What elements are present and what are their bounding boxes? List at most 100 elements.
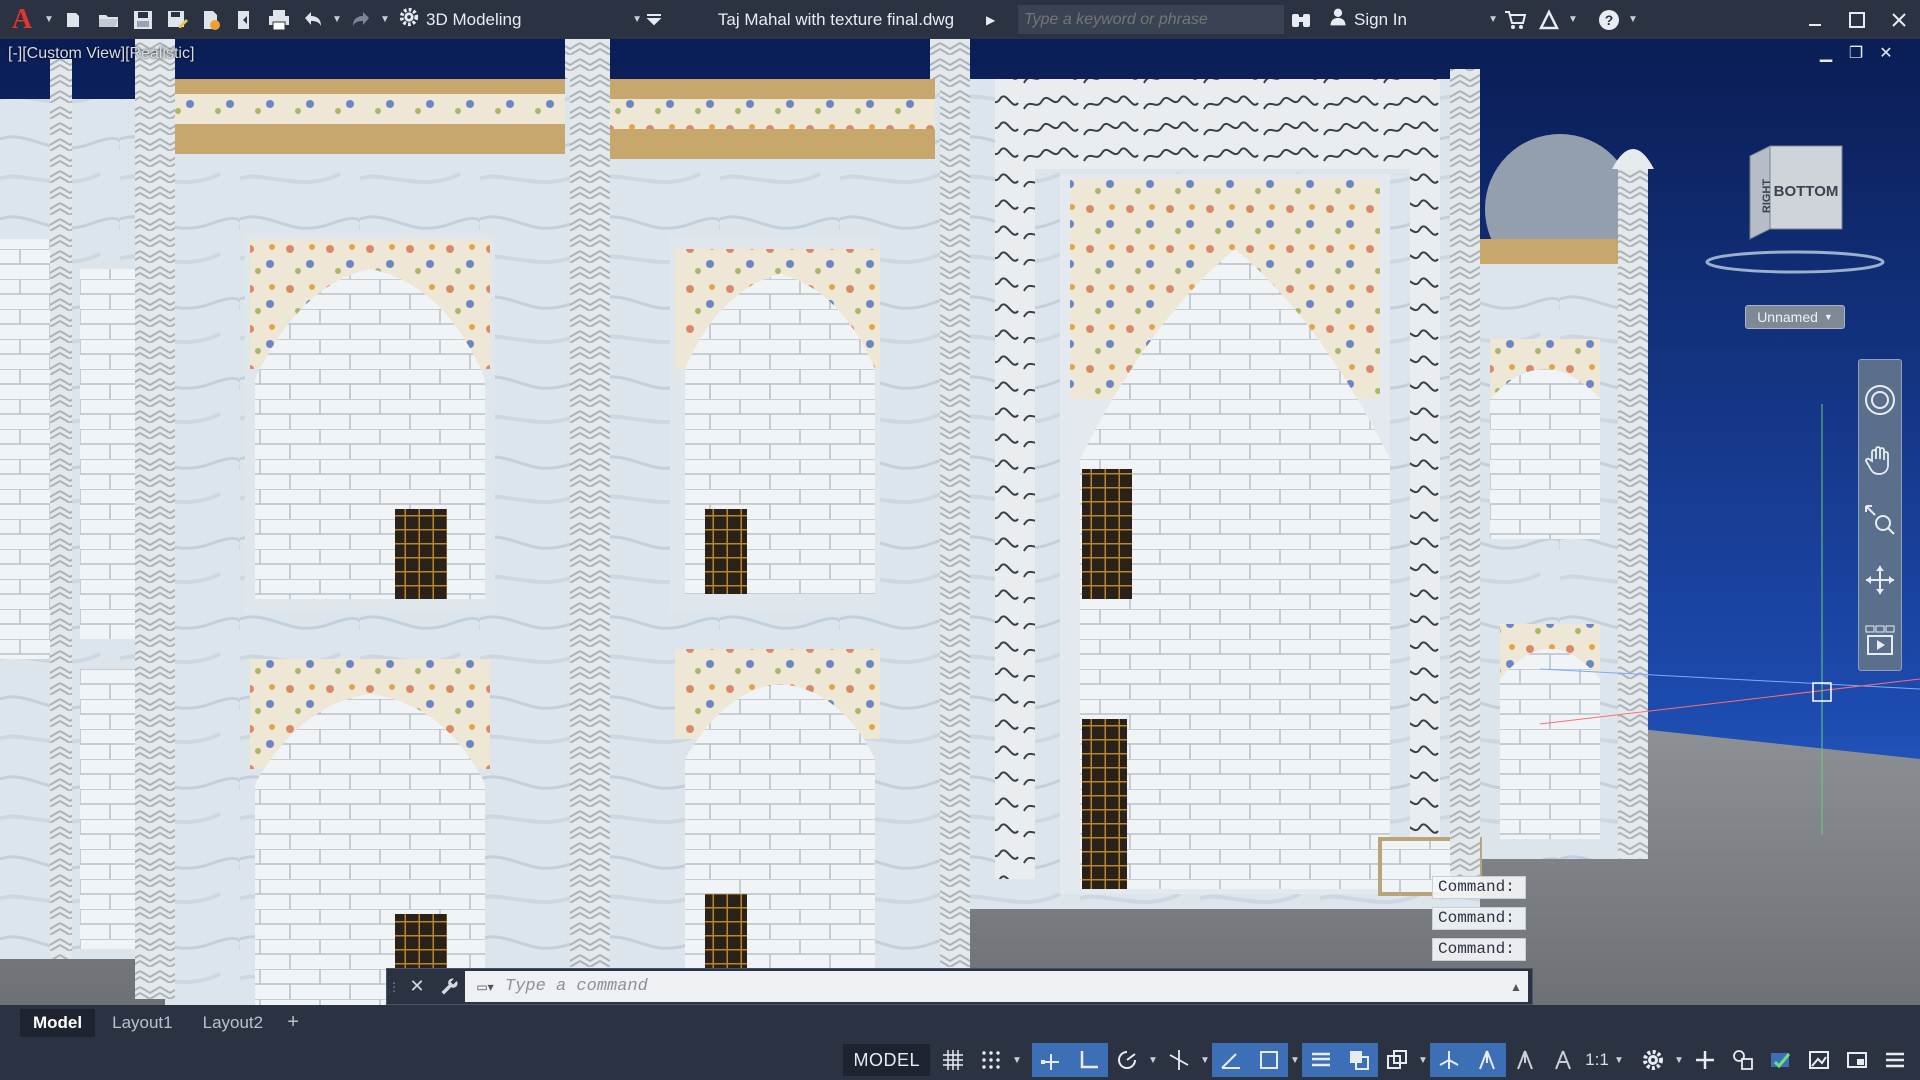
chevron-down-icon[interactable]: ▼ — [1566, 14, 1580, 25]
binoculars-icon[interactable] — [1284, 0, 1318, 39]
undo-icon[interactable] — [296, 0, 330, 39]
customize-qat-icon[interactable] — [642, 0, 666, 39]
command-history: Command: Command: Command: — [1432, 876, 1526, 961]
filter-objects-icon[interactable] — [1506, 1043, 1544, 1077]
drag-handle-icon[interactable]: ⋮ — [387, 969, 401, 1004]
viewport-minimize-button[interactable]: ▁ — [1813, 43, 1839, 63]
close-icon[interactable]: ✕ — [401, 969, 433, 1004]
gear-icon[interactable] — [1634, 1043, 1672, 1077]
help-icon[interactable]: ? — [1592, 0, 1626, 39]
search-input[interactable] — [1018, 5, 1284, 34]
sign-in-label: Sign In — [1354, 9, 1407, 29]
clean-screen-icon[interactable] — [1800, 1043, 1838, 1077]
chevron-down-icon: ▼ — [1488, 14, 1498, 25]
autodesk-account-icon[interactable] — [1532, 0, 1566, 39]
object-snap-tracking-icon[interactable] — [1212, 1043, 1250, 1077]
selection-cycling-icon[interactable] — [1378, 1043, 1416, 1077]
chevron-up-icon[interactable]: ▲ — [1504, 980, 1528, 994]
viewcube[interactable]: BOTTOM RIGHT — [1700, 144, 1890, 274]
chevron-down-icon[interactable]: ▼ — [44, 14, 58, 25]
workspace-switcher[interactable]: 3D Modeling ▼ — [392, 0, 642, 39]
customization-menu-icon[interactable] — [1876, 1043, 1914, 1077]
user-icon — [1328, 7, 1348, 32]
ucs-menu[interactable]: Unnamed ▼ — [1745, 305, 1845, 329]
viewcube-side-label: RIGHT — [1761, 179, 1773, 214]
snap-mode-icon[interactable] — [972, 1043, 1010, 1077]
chevron-down-icon[interactable]: ▼ — [1010, 1055, 1024, 1066]
showmotion-icon[interactable] — [1862, 618, 1898, 662]
workspace-label: 3D Modeling — [426, 9, 522, 29]
object-snap-icon[interactable] — [1250, 1043, 1288, 1077]
sign-in-button[interactable]: Sign In ▼ — [1328, 7, 1498, 32]
3d-osnap-icon[interactable] — [1430, 1043, 1468, 1077]
chevron-down-icon[interactable]: ▼ — [1288, 1055, 1302, 1066]
command-input-container: ▭▾ ▲ — [465, 971, 1528, 1002]
viewport-layout-icon[interactable] — [1838, 1043, 1876, 1077]
chevron-down-icon: ▼ — [1823, 312, 1833, 322]
infer-constraints-icon[interactable] — [1032, 1043, 1070, 1077]
chevron-down-icon[interactable]: ▼ — [1146, 1055, 1160, 1066]
dynamic-ucs-icon[interactable] — [1468, 1043, 1506, 1077]
redo-dropdown-icon[interactable]: ▼ — [378, 14, 392, 25]
wrench-icon[interactable] — [433, 969, 465, 1004]
tab-layout1[interactable]: Layout1 — [99, 1009, 186, 1037]
hardware-acceleration-icon[interactable] — [1762, 1043, 1800, 1077]
command-history-line: Command: — [1432, 876, 1526, 899]
minimize-window-button[interactable] — [1794, 0, 1836, 39]
polar-tracking-icon[interactable] — [1108, 1043, 1146, 1077]
new-icon[interactable] — [58, 0, 92, 39]
gear-icon — [398, 6, 420, 33]
chevron-down-icon[interactable]: ▼ — [1672, 1055, 1686, 1066]
expand-arrow-icon[interactable]: ▶ — [986, 13, 1006, 27]
isolate-objects-icon[interactable] — [1724, 1043, 1762, 1077]
application-menu-button[interactable]: A — [0, 0, 44, 39]
chevron-down-icon[interactable]: ▼ — [1198, 1055, 1212, 1066]
chevron-down-icon[interactable]: ▼ — [1612, 1055, 1626, 1066]
ucs-label: Unnamed — [1757, 309, 1818, 325]
tab-layout2[interactable]: Layout2 — [190, 1009, 277, 1037]
lineweight-icon[interactable] — [1302, 1043, 1340, 1077]
status-bar: MODEL ▼ ▼ ▼ ▼ ▼ 1:1 ▼ ▼ — [0, 1040, 1920, 1080]
undo-dropdown-icon[interactable]: ▼ — [330, 14, 344, 25]
save-to-web-icon[interactable] — [228, 0, 262, 39]
chevron-down-icon: ▼ — [632, 14, 642, 25]
redo-icon[interactable] — [344, 0, 378, 39]
open-icon[interactable] — [92, 0, 126, 39]
maximize-window-button[interactable] — [1836, 0, 1878, 39]
steeringwheel-icon[interactable] — [1862, 378, 1898, 422]
gizmo-icon[interactable] — [1544, 1043, 1582, 1077]
autocad-window: A ▼ ▼ ▼ 3D Modeling ▼ Taj Mahal with tex… — [0, 0, 1920, 1080]
command-history-line: Command: — [1432, 907, 1526, 930]
chevron-down-icon[interactable]: ▼ — [1626, 14, 1640, 25]
command-history-line: Command: — [1432, 938, 1526, 961]
recent-commands-icon[interactable]: ▭▾ — [465, 971, 505, 1002]
pan-hand-icon[interactable] — [1862, 438, 1898, 482]
viewcube-face-label: BOTTOM — [1774, 183, 1839, 200]
plot-icon[interactable] — [262, 0, 296, 39]
viewport-close-button[interactable]: ✕ — [1873, 43, 1899, 63]
orbit-icon[interactable] — [1862, 558, 1898, 602]
viewport-controls-label[interactable]: [-][Custom View][Realistic] — [8, 45, 194, 63]
annotation-scale[interactable]: 1:1 — [1582, 1050, 1612, 1070]
zoom-extents-icon[interactable] — [1862, 498, 1898, 542]
save-icon[interactable] — [126, 0, 160, 39]
plus-icon[interactable] — [1686, 1043, 1724, 1077]
navigation-bar — [1858, 359, 1902, 671]
open-from-web-icon[interactable] — [194, 0, 228, 39]
title-bar: A ▼ ▼ ▼ 3D Modeling ▼ Taj Mahal with tex… — [0, 0, 1920, 39]
save-as-icon[interactable] — [160, 0, 194, 39]
isometric-drafting-icon[interactable] — [1160, 1043, 1198, 1077]
cart-icon[interactable] — [1498, 0, 1532, 39]
chevron-down-icon[interactable]: ▼ — [1416, 1055, 1430, 1066]
grid-icon[interactable] — [934, 1043, 972, 1077]
tab-model[interactable]: Model — [20, 1008, 96, 1037]
close-window-button[interactable] — [1878, 0, 1920, 39]
add-layout-icon[interactable]: + — [280, 1011, 306, 1034]
command-input[interactable] — [505, 971, 1504, 1002]
ortho-mode-icon[interactable] — [1070, 1043, 1108, 1077]
model-space-button[interactable]: MODEL — [843, 1044, 930, 1076]
layout-tabs: Model Layout1 Layout2 + — [0, 1005, 1920, 1040]
drawing-viewport[interactable]: [-][Custom View][Realistic] ▁ ❐ ✕ BOTTOM… — [0, 39, 1920, 1005]
viewport-restore-button[interactable]: ❐ — [1843, 43, 1869, 63]
transparency-icon[interactable] — [1340, 1043, 1378, 1077]
